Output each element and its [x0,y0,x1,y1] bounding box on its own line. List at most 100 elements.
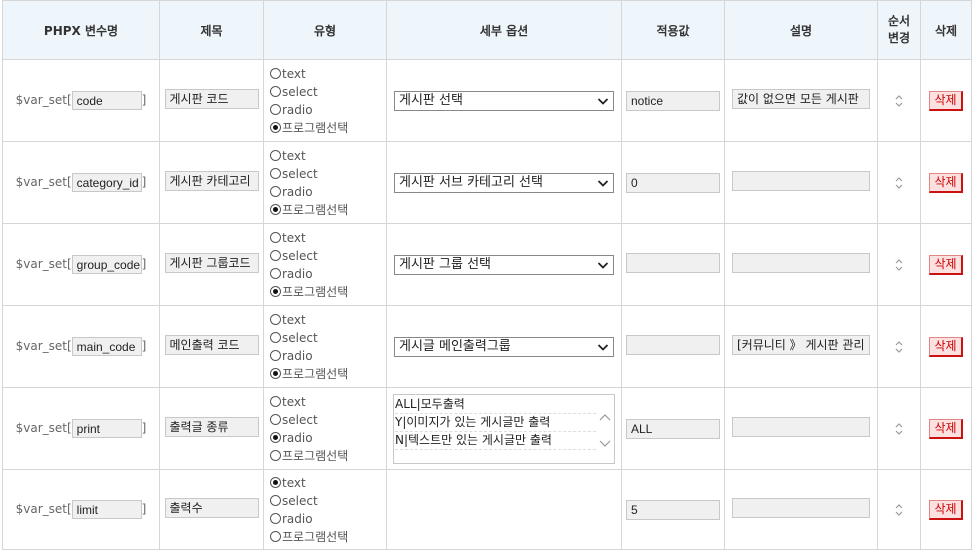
type-radio-3[interactable]: 프로그램선택 [270,119,386,137]
radio-circle-icon[interactable] [270,268,281,279]
value-input[interactable]: notice [626,90,720,111]
radio-circle-icon[interactable] [270,122,281,133]
option-textarea[interactable]: ALL|모두출력 Y|이미지가 있는 게시글만 출력 N|텍스트만 있는 게시글만 … [393,393,615,464]
desc-cell: [커뮤니티 》 게시판 관리 [724,305,878,388]
desc-input[interactable] [732,253,870,273]
type-radio-2[interactable]: radio [270,183,386,201]
type-radio-1[interactable]: select [270,492,386,510]
value-input[interactable]: 0 [626,172,720,193]
radio-circle-icon[interactable] [270,86,281,97]
type-radio-0[interactable]: text [270,474,386,492]
option-select[interactable]: 게시판 선택 [394,90,614,111]
radio-circle-icon[interactable] [270,250,281,261]
radio-circle-icon[interactable] [270,432,281,443]
radio-circle-icon[interactable] [270,232,281,243]
title-input[interactable]: 게시판 그룹코드 [164,253,259,273]
title-input[interactable]: 출력글 종류 [164,417,259,437]
type-radio-2[interactable]: radio [270,510,386,528]
title-input[interactable]: 게시판 카테고리 [164,171,259,191]
order-cell[interactable] [877,141,921,224]
order-cell[interactable] [877,305,921,388]
type-radio-1[interactable]: select [270,411,386,429]
title-input[interactable]: 출력수 [164,498,259,518]
title-input[interactable]: 메인출력 코드 [164,335,259,355]
order-cell[interactable] [877,59,921,142]
radio-circle-icon[interactable] [270,477,281,488]
value-input[interactable]: ALL [626,418,720,439]
desc-input[interactable] [732,171,870,191]
type-radio-3[interactable]: 프로그램선택 [270,365,386,383]
radio-circle-icon[interactable] [270,68,281,79]
var-name-input[interactable]: category_id [71,173,142,192]
value-cell: 5 [621,469,725,550]
desc-input[interactable] [732,498,870,518]
type-radio-3[interactable]: 프로그램선택 [270,201,386,219]
type-radio-0[interactable]: text [270,147,386,165]
radio-circle-icon[interactable] [270,531,281,542]
type-radio-1[interactable]: select [270,329,386,347]
type-radio-2[interactable]: radio [270,101,386,119]
radio-circle-icon[interactable] [270,396,281,407]
type-radio-2[interactable]: radio [270,429,386,447]
type-radio-0[interactable]: text [270,65,386,83]
type-radio-3[interactable]: 프로그램선택 [270,447,386,465]
radio-circle-icon[interactable] [270,495,281,506]
type-radio-1[interactable]: select [270,83,386,101]
delete-button[interactable]: 삭제 [929,254,963,275]
delete-button[interactable]: 삭제 [929,418,963,439]
type-radio-0[interactable]: text [270,311,386,329]
radio-circle-icon[interactable] [270,104,281,115]
type-radio-0[interactable]: text [270,229,386,247]
delete-button[interactable]: 삭제 [929,172,963,193]
var-name-input[interactable]: limit [71,500,142,519]
radio-circle-icon[interactable] [270,314,281,325]
radio-circle-icon[interactable] [270,332,281,343]
value-input[interactable] [626,253,720,273]
radio-circle-icon[interactable] [270,204,281,215]
delete-button[interactable]: 삭제 [929,90,963,111]
type-radio-2[interactable]: radio [270,265,386,283]
type-radio-3[interactable]: 프로그램선택 [270,283,386,301]
radio-circle-icon[interactable] [270,414,281,425]
var-name-input[interactable]: main_code [71,337,142,356]
reorder-icon [895,94,903,107]
order-cell[interactable] [877,387,921,470]
var-name-input[interactable]: group_code [71,255,142,274]
type-radio-0[interactable]: text [270,393,386,411]
var-cell: $var_set[code] [2,59,160,142]
var-name-input[interactable]: print [71,419,142,438]
header-options: 세부 옵션 [386,0,622,60]
desc-input[interactable]: 값이 없으면 모든 게시판 [732,89,870,109]
scrollbar[interactable] [596,394,614,463]
delete-button[interactable]: 삭제 [929,336,963,357]
type-radio-2[interactable]: radio [270,347,386,365]
value-input[interactable]: 5 [626,499,720,520]
title-cell: 게시판 카테고리 [159,141,264,224]
value-input[interactable] [626,335,720,355]
option-select[interactable]: 게시판 서브 카테고리 선택 [394,172,614,193]
desc-input[interactable]: [커뮤니티 》 게시판 관리 [732,335,870,355]
radio-circle-icon[interactable] [270,168,281,179]
delete-cell: 삭제 [920,469,972,550]
header-title: 제목 [159,0,264,60]
title-input[interactable]: 게시판 코드 [164,89,259,109]
radio-circle-icon[interactable] [270,286,281,297]
order-cell[interactable] [877,469,921,550]
delete-button[interactable]: 삭제 [929,499,963,520]
order-cell[interactable] [877,223,921,306]
desc-input[interactable] [732,417,870,437]
radio-circle-icon[interactable] [270,450,281,461]
radio-circle-icon[interactable] [270,186,281,197]
radio-circle-icon[interactable] [270,150,281,161]
radio-circle-icon[interactable] [270,513,281,524]
type-radio-1[interactable]: select [270,247,386,265]
type-radio-3[interactable]: 프로그램선택 [270,528,386,546]
option-select[interactable]: 게시글 메인출력그룹 [394,336,614,357]
var-suffix: ] [141,502,147,516]
radio-circle-icon[interactable] [270,368,281,379]
type-radio-1[interactable]: select [270,165,386,183]
option-select[interactable]: 게시판 그룹 선택 [394,254,614,275]
var-name-input[interactable]: code [71,91,142,110]
header-desc: 설명 [724,0,878,60]
radio-circle-icon[interactable] [270,350,281,361]
